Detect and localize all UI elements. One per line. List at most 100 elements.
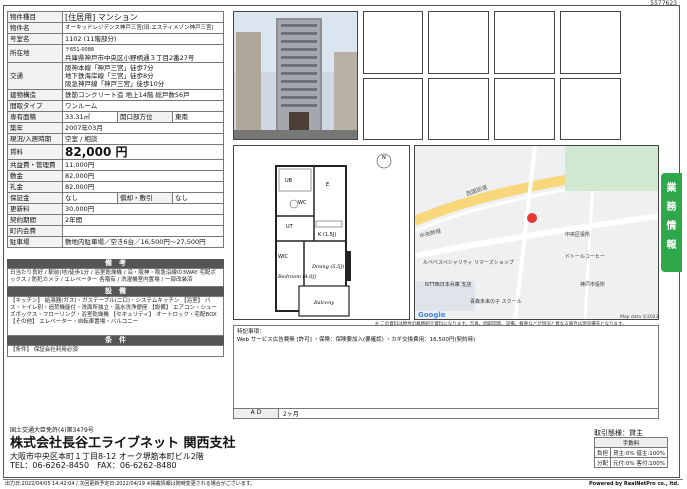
value-deposit: 82,000円 [62, 170, 224, 182]
special-notes-text: Web サービス広告費無 [許可] ・保険：保険要加入(要確認) ・カギ交換費用… [237, 337, 476, 343]
label-parking: 駐車場 [7, 236, 63, 248]
fp-kitchen: K (1.5J) [318, 232, 336, 238]
label-amortization: 償却・敷引 [117, 192, 173, 204]
company-block: 国土交通大臣免許(4)第3479号 株式会社長谷工ライブネット 関西支社 大阪市… [10, 427, 236, 470]
fee-value: 貸主:0% 借主:100% [610, 447, 668, 458]
business-info-tab[interactable]: 業 務 情 報 [661, 173, 682, 272]
conditions-text: 【条件】 保証会社利用必須 [7, 345, 224, 357]
transit-line: 地下鉄海岸線「三宮」徒歩8分 [65, 72, 154, 80]
photo-slot [428, 78, 489, 140]
transit-line: 阪神本線「神戸三宮」徒歩7分 [65, 64, 154, 72]
label-rent: 賃料 [7, 144, 63, 160]
company-license: 国土交通大臣免許(4)第3479号 [10, 427, 94, 434]
tab-char: 報 [666, 240, 677, 251]
photo-slot [363, 11, 423, 74]
value-name: オーキッドレジデンス神戸三宮(旧:エスティメゾン神戸三宮) [62, 22, 224, 34]
property-info-table: 物件種目 [住居用] マンション 物件名 オーキッドレジデンス神戸三宮(旧:エスティ… [7, 11, 224, 248]
doc-id: 5577623 [650, 0, 677, 7]
photo-slot [560, 11, 621, 74]
map-label: ルベベスペシャリティ リマーズショップ [423, 259, 514, 266]
photo-slot [428, 11, 489, 74]
map[interactable]: 西国街道 中央幹線 ルベベスペシャリティ リマーズショップ ドトールコーヒー N… [414, 145, 659, 320]
value-room: 1102 (11階部分) [62, 33, 224, 45]
map-image: 西国街道 中央幹線 ルベベスペシャリティ リマーズショップ ドトールコーヒー N… [415, 146, 659, 320]
fp-bedroom: Bedroom (4.0J) [277, 273, 316, 280]
building-photo [233, 11, 358, 140]
google-logo: Google [418, 311, 446, 319]
value-town-fee [62, 225, 224, 237]
tab-char: 情 [666, 221, 677, 232]
label-layout: 間取タイプ [7, 100, 63, 112]
conditions-header: 条 件 [7, 336, 224, 345]
label-town-fee: 町内会費 [7, 225, 63, 237]
fp-wic: WIC [278, 254, 288, 260]
ad-label: A D [234, 409, 279, 418]
fee-table: 手数料 負担 貸主:0% 借主:100% 分配 元付:0% 客付:100% [593, 437, 668, 468]
value-contract: 2年間 [62, 214, 224, 226]
footer-right: Powered by RealNetPro co., ltd. [589, 481, 679, 487]
label-renewal: 更新料 [7, 203, 63, 215]
value-guarantee: なし [62, 192, 118, 204]
value-area: 33.31㎡ [62, 111, 118, 123]
fp-entrance: E [326, 182, 329, 188]
footer-left: 出力日:2022/04/05 14:42:04 / 次回更新予定日:2022/0… [5, 481, 256, 487]
label-contract: 契約期間 [7, 214, 63, 226]
photo-slot [494, 11, 555, 74]
label-deposit: 敷金 [7, 170, 63, 182]
fee-header: 手数料 [594, 437, 668, 448]
label-guarantee: 保証金 [7, 192, 63, 204]
value-address: 〒651-0088 兵庫県神戸市中央区小野柄通３丁目2番27号 [62, 44, 224, 63]
value-key-money: 82,000円 [62, 181, 224, 193]
label-address: 所在地 [7, 44, 63, 63]
value-amortization: なし [172, 192, 224, 204]
label-structure: 建物構造 [7, 89, 63, 101]
fee-value: 元付:0% 客付:100% [610, 457, 668, 468]
fp-ub: UB [285, 178, 293, 184]
facilities-text: 【キッチン】 給湯器(ガス)・ガステーブル(二口)・システムキッチン 【浴室】 … [7, 296, 224, 336]
value-status: 空室 / 相談 [62, 133, 224, 145]
fp-ut: UT [286, 224, 294, 230]
label-key-money: 礼金 [7, 181, 63, 193]
company-tel: TEL：06-6262-8450 FAX：06-6262-8480 [10, 461, 177, 470]
label-type: 物件種目 [7, 11, 63, 23]
map-label: ドトールコーヒー [565, 254, 605, 260]
value-rent: 82,000 円 [62, 144, 224, 160]
photo-slot [560, 78, 621, 140]
map-label: NTT西日本兵庫 支店 [425, 281, 471, 288]
special-notes: 特記事項： Web サービス広告費無 [許可] ・保険：保険要加入(要確認) ・… [233, 325, 659, 419]
label-management-fee: 共益費・管理費 [7, 159, 63, 171]
fp-dining: Dining (5.5J) [311, 263, 344, 270]
fp-wc: WC [298, 200, 307, 206]
floorplan-drawing: UB WC UT E K (1.5J) WIC Bedroom (4.0J) D… [275, 153, 392, 317]
value-management-fee: 11,000円 [62, 159, 224, 171]
value-structure: 鉄筋コンクリート造 地上14階 総戸数56戸 [62, 89, 224, 101]
label-name: 物件名 [7, 22, 63, 34]
value-type: [住居用] マンション [62, 11, 224, 23]
value-transit: 阪神本線「神戸三宮」徒歩7分 地下鉄海岸線「三宮」徒歩8分 阪急神戸線「神戸三宮」徒… [62, 62, 224, 90]
tab-char: 業 [666, 183, 677, 194]
fee-key: 負担 [593, 447, 612, 458]
label-area: 専有面積 [7, 111, 63, 123]
label-status: 現況/入居時期 [7, 133, 63, 145]
label-built: 築年 [7, 122, 63, 134]
address: 兵庫県神戸市中央区小野柄通３丁目2番27号 [65, 53, 195, 62]
building-photo-image [234, 12, 357, 139]
map-copyright: Map data ©2023 [620, 313, 659, 320]
value-direction: 東南 [172, 111, 224, 123]
value-layout: ワンルーム [62, 100, 224, 112]
footer: 出力日:2022/04/05 14:42:04 / 次回更新予定日:2022/0… [3, 479, 683, 488]
ad-row: A D 2ヶ月 [233, 408, 659, 419]
map-label: 中央区役所 [565, 231, 590, 238]
fee-key: 分配 [593, 457, 612, 468]
company-address: 大阪市中央区本町１丁目8-12 オーク堺筋本町ビル2階 [10, 452, 204, 461]
tab-char: 務 [666, 202, 677, 213]
label-room: 号室名 [7, 33, 63, 45]
label-transit: 交通 [7, 62, 63, 90]
fp-compass: N [382, 155, 386, 161]
photo-slot [494, 78, 555, 140]
zip: 〒651-0088 [65, 46, 95, 53]
label-direction: 開口部方位 [117, 111, 173, 123]
special-notes-label: 特記事項： [237, 329, 265, 335]
photo-slot [363, 78, 423, 140]
facilities-header: 設 備 [7, 287, 224, 296]
